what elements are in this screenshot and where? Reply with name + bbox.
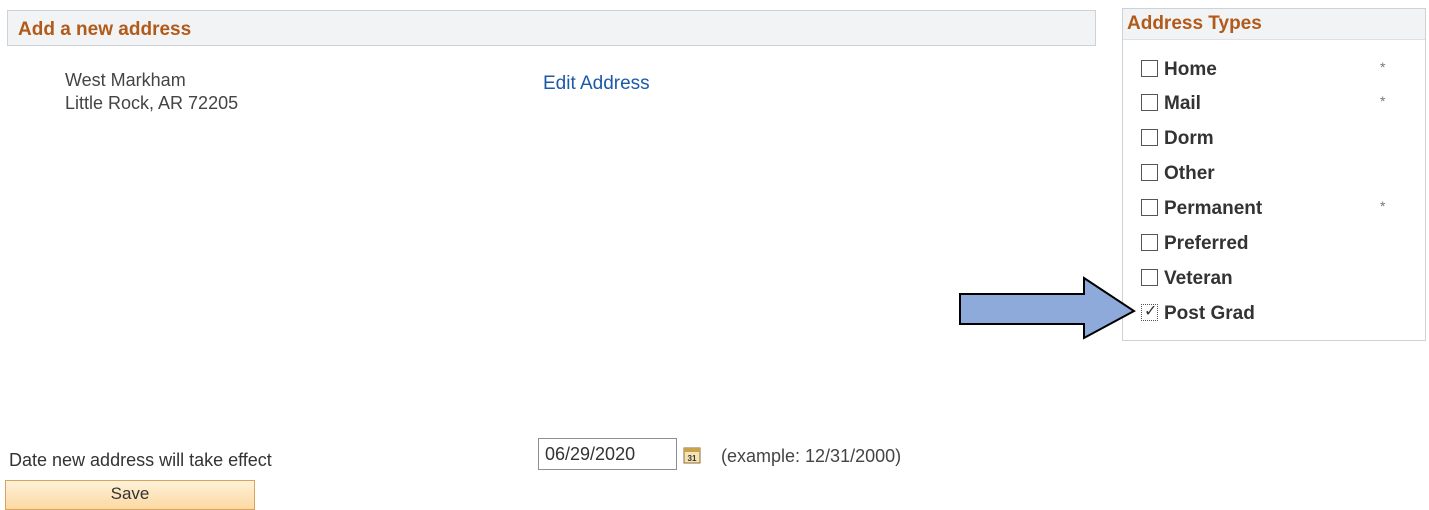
address-type-veteran[interactable]: Veteran [1141, 268, 1401, 292]
address-type-permanent[interactable]: Permanent * [1141, 198, 1401, 222]
type-label: Preferred [1164, 233, 1249, 254]
calendar-icon[interactable]: 31 [683, 446, 701, 464]
add-address-header: Add a new address [7, 10, 1096, 46]
effective-date-input[interactable] [538, 438, 677, 470]
home-checkbox[interactable] [1141, 60, 1158, 77]
address-types-panel: Address Types Home * Mail * Dorm Other P… [1122, 8, 1426, 341]
address-line-2: Little Rock, AR 72205 [65, 93, 239, 113]
svg-text:31: 31 [688, 454, 697, 463]
required-marker: * [1380, 93, 1386, 109]
required-marker: * [1380, 59, 1386, 75]
address-type-dorm[interactable]: Dorm [1141, 128, 1401, 152]
type-label: Dorm [1164, 128, 1214, 149]
veteran-checkbox[interactable] [1141, 269, 1158, 286]
checkmark-icon: ✓ [1144, 303, 1158, 320]
address-type-preferred[interactable]: Preferred [1141, 233, 1401, 257]
type-label: Other [1164, 163, 1215, 184]
type-label: Mail [1164, 93, 1201, 114]
type-label: Permanent [1164, 198, 1263, 219]
address-types-header: Address Types [1123, 9, 1425, 40]
permanent-checkbox[interactable] [1141, 199, 1158, 216]
date-example-hint: (example: 12/31/2000) [721, 446, 902, 466]
address-type-home[interactable]: Home * [1141, 59, 1401, 83]
effective-date-label: Date new address will take effect [9, 450, 272, 470]
page-title: Add a new address [18, 19, 192, 40]
required-marker: * [1380, 198, 1386, 214]
other-checkbox[interactable] [1141, 164, 1158, 181]
address-type-post-grad[interactable]: ✓ Post Grad [1141, 303, 1401, 327]
type-label: Veteran [1164, 268, 1233, 289]
preferred-checkbox[interactable] [1141, 234, 1158, 251]
right-arrow-icon [959, 276, 1136, 340]
address-type-mail[interactable]: Mail * [1141, 93, 1401, 117]
dorm-checkbox[interactable] [1141, 129, 1158, 146]
address-types-title: Address Types [1127, 13, 1262, 34]
type-label: Home [1164, 59, 1217, 80]
type-label: Post Grad [1164, 303, 1255, 324]
post-grad-checkbox[interactable]: ✓ [1141, 303, 1158, 321]
save-button[interactable]: Save [5, 480, 255, 510]
mail-checkbox[interactable] [1141, 94, 1158, 111]
address-line-1: West Markham [65, 70, 186, 90]
edit-address-link[interactable]: Edit Address [543, 73, 650, 95]
address-type-other[interactable]: Other [1141, 163, 1401, 187]
